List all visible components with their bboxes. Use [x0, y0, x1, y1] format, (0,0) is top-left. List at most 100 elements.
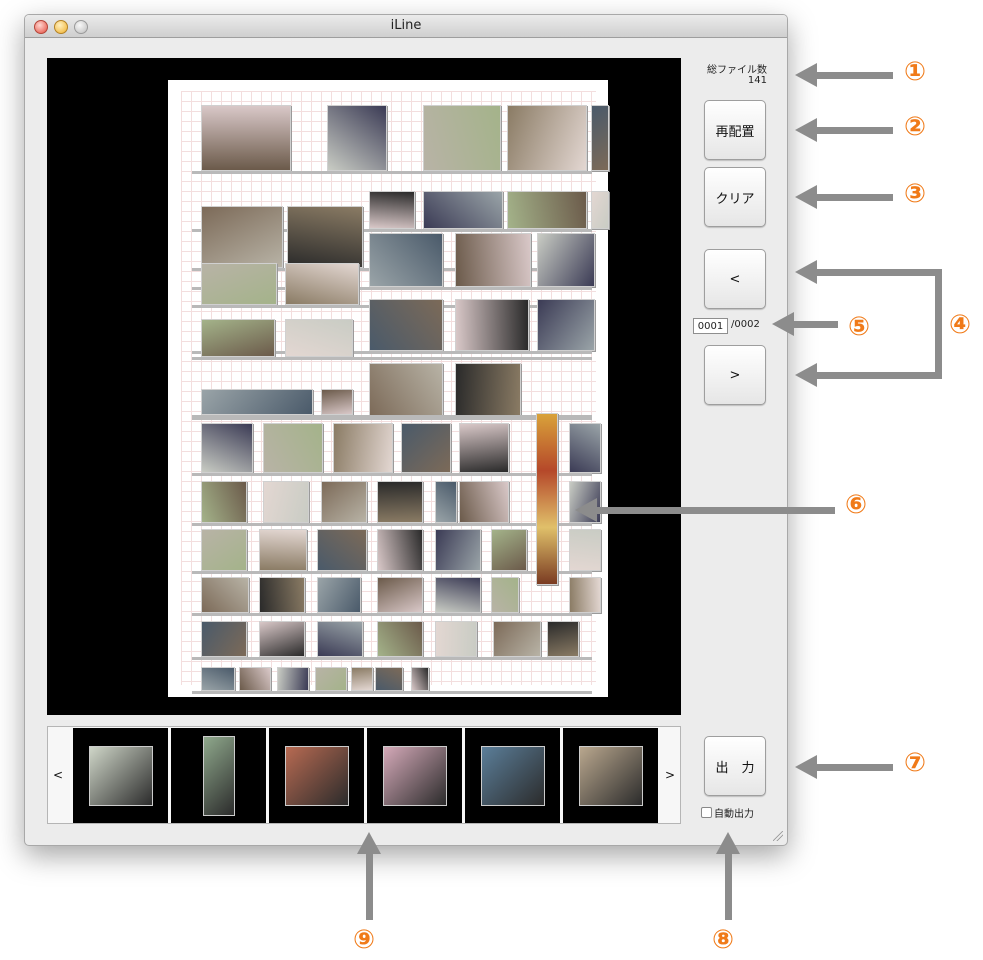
collage-photo [201, 389, 313, 415]
callout-7: ⑦ [904, 748, 927, 778]
collage-photo [423, 105, 501, 171]
collage-photo [411, 667, 429, 691]
collage-photo [591, 105, 609, 171]
auto-output-checkbox[interactable] [701, 807, 712, 818]
callout-1: ① [904, 57, 927, 87]
callout-8-arrow-head [716, 832, 740, 854]
collage-photo [369, 299, 443, 351]
collage-row-divider [192, 691, 592, 694]
collage-photo [201, 577, 249, 613]
thumbnail-image [579, 746, 643, 806]
file-count-label: 総ファイル数 [707, 65, 767, 76]
collage-photo [455, 299, 529, 351]
callout-2-arrow [815, 127, 893, 134]
collage-photo [201, 529, 247, 571]
minimize-window-button[interactable] [54, 20, 68, 34]
collage-photo [321, 389, 353, 415]
callout-6: ⑥ [845, 490, 868, 520]
collage-photo [377, 577, 423, 613]
resize-grip[interactable] [773, 831, 783, 841]
collage-photo [259, 621, 305, 657]
thumbnail-image [383, 746, 447, 806]
collage-photo [287, 206, 363, 268]
callout-2: ② [904, 112, 927, 142]
filmstrip-next-button[interactable]: > [660, 727, 680, 823]
collage-page [168, 80, 609, 697]
filmstrip-thumbnail-street-lamp[interactable] [171, 728, 266, 823]
window-title: iLine [390, 18, 422, 33]
collage-photo [377, 621, 423, 657]
collage-photo [507, 191, 587, 229]
collage-row-divider [192, 523, 592, 526]
collage-photo [369, 363, 443, 417]
collage-photo [459, 423, 509, 473]
collage-photo [315, 667, 347, 691]
collage-photo [569, 529, 601, 571]
collage-photo [455, 233, 531, 287]
collage-photo [493, 621, 541, 657]
callout-9-arrow [366, 852, 373, 920]
auto-output-label: 自動出力 [714, 809, 754, 820]
page-number-field[interactable]: 0001 [693, 318, 728, 334]
collage-photo [423, 191, 503, 229]
image-filmstrip: < > [47, 726, 681, 824]
collage-row-divider [192, 613, 592, 616]
collage-photo [369, 233, 443, 287]
callout-4-arrow-bottom [815, 372, 942, 379]
collage-photo [459, 481, 509, 523]
callout-4-arrow-head-bottom [795, 363, 817, 387]
collage-row-divider [192, 571, 592, 574]
callout-8-arrow [725, 852, 732, 920]
callout-5-arrow [792, 321, 838, 328]
collage-photo [317, 529, 367, 571]
callout-5: ⑤ [848, 312, 871, 342]
next-page-button[interactable]: > [704, 345, 766, 405]
close-window-button[interactable] [34, 20, 48, 34]
collage-photo [259, 529, 307, 571]
collage-photo [333, 423, 393, 473]
callout-1-arrow [815, 72, 893, 79]
callout-8: ⑧ [712, 925, 735, 955]
callout-4-arrow-head-top [795, 260, 817, 284]
callout-3-arrow-head [795, 185, 817, 209]
collage-photo [317, 621, 363, 657]
collage-row-divider [192, 357, 592, 360]
clear-button[interactable]: クリア [704, 167, 766, 227]
collage-photo [201, 206, 283, 268]
filmstrip-prev-button[interactable]: < [48, 727, 68, 823]
collage-photo [569, 423, 601, 473]
callout-6-arrow [595, 507, 835, 514]
collage-photo [201, 319, 275, 357]
collage-photo [201, 423, 253, 473]
collage-photo [401, 423, 451, 473]
collage-photo [547, 621, 579, 657]
filmstrip-thumbnail-lamb[interactable] [563, 728, 658, 823]
page-total-label: /0002 [731, 319, 760, 330]
collage-photo [435, 481, 457, 523]
callout-3-arrow [815, 194, 893, 201]
callout-5-arrow-head [772, 312, 794, 336]
thumbnail-image [481, 746, 545, 806]
collage-photo [201, 621, 247, 657]
collage-row-divider [192, 415, 592, 418]
collage-photo [569, 577, 601, 613]
collage-photo [285, 319, 353, 357]
zoom-window-button[interactable] [74, 20, 88, 34]
collage-photo [435, 577, 481, 613]
title-bar: iLine [25, 15, 787, 38]
collage-photo [377, 529, 423, 571]
rearrange-button[interactable]: 再配置 [704, 100, 766, 160]
filmstrip-thumbnail-white-blossoms[interactable] [73, 728, 168, 823]
collage-photo [321, 481, 367, 523]
previous-page-button[interactable]: < [704, 249, 766, 309]
filmstrip-thumbnail-pink-cherry-blossoms[interactable] [367, 728, 462, 823]
collage-photo [285, 263, 359, 305]
collage-photo [239, 667, 271, 691]
filmstrip-thumbnail-flower-sign[interactable] [269, 728, 364, 823]
output-button[interactable]: 出 力 [704, 736, 766, 796]
filmstrip-thumbnail-shark[interactable] [465, 728, 560, 823]
callout-4: ④ [949, 310, 972, 340]
thumbnail-image [203, 736, 235, 816]
collage-row-divider [192, 473, 592, 476]
collage-photo [263, 481, 309, 523]
